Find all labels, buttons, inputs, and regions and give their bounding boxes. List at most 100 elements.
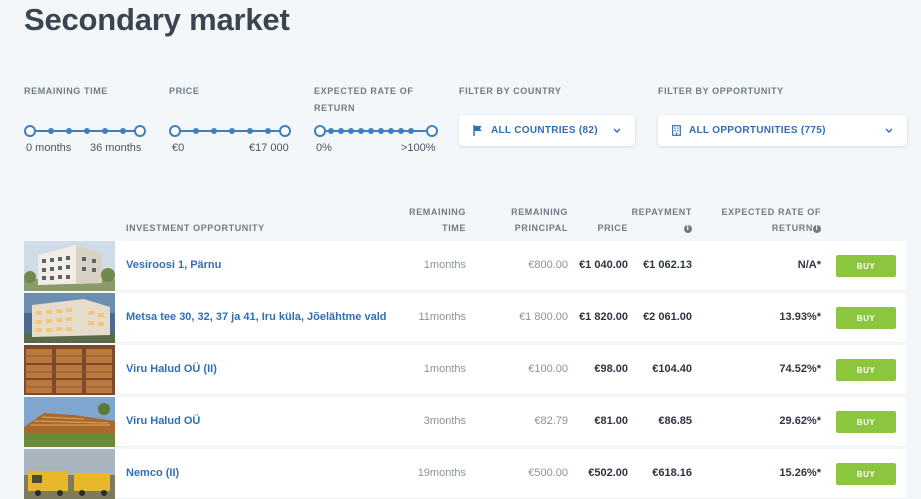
property-thumbnail <box>24 449 115 499</box>
buy-button[interactable]: BUY <box>836 307 896 329</box>
slider-step <box>358 128 364 134</box>
remaining-time-cell: 3months <box>423 415 466 427</box>
buy-button[interactable]: BUY <box>836 359 896 381</box>
price-cell: €502.00 <box>588 467 628 479</box>
slider-max-handle[interactable] <box>426 125 438 137</box>
slider-max-handle[interactable] <box>279 125 291 137</box>
slider-step <box>265 128 271 134</box>
rate-label-line1: EXPECTED RATE OF <box>314 86 414 96</box>
opportunity-dropdown[interactable]: ALL OPPORTUNITIES (775) <box>658 115 907 146</box>
chevron-down-icon <box>885 128 893 134</box>
slider-step <box>193 128 199 134</box>
repayment-cell: €618.16 <box>652 467 692 479</box>
remaining-principal-cell: €100.00 <box>528 363 568 375</box>
price-slider[interactable] <box>169 125 291 137</box>
opportunity-link[interactable]: Nemco (II) <box>126 467 179 479</box>
slider-step <box>328 128 334 134</box>
slider-step <box>368 128 374 134</box>
buy-button[interactable]: BUY <box>836 463 896 485</box>
remaining-time-cell: 1months <box>423 259 466 271</box>
price-cell: €98.00 <box>594 363 628 375</box>
slider-max-handle[interactable] <box>134 125 146 137</box>
header-line: RETURN <box>771 223 813 233</box>
remaining-time-max: 36 months <box>90 142 142 154</box>
repayment-cell: €1 062.13 <box>643 259 692 271</box>
country-dropdown-value: ALL COUNTRIES (82) <box>491 125 598 136</box>
price-cell: €1 820.00 <box>579 311 628 323</box>
slider-min-handle[interactable] <box>169 125 181 137</box>
building-icon <box>672 125 681 136</box>
repayment-cell: €2 061.00 <box>643 311 692 323</box>
page-title: Secondary market <box>24 2 290 37</box>
slider-step <box>229 128 235 134</box>
remaining-time-cell: 1months <box>423 363 466 375</box>
remaining-principal-cell: €800.00 <box>528 259 568 271</box>
slider-step <box>338 128 344 134</box>
country-dropdown[interactable]: ALL COUNTRIES (82) <box>459 115 635 146</box>
slider-track <box>319 130 433 132</box>
info-icon[interactable]: i <box>813 224 821 233</box>
column-header-repayment[interactable]: REPAYMENT i <box>620 204 692 236</box>
table-row[interactable]: Vesiroosi 1, Pärnu 1months €800.00 €1 04… <box>24 241 906 291</box>
opportunity-dropdown-value: ALL OPPORTUNITIES (775) <box>689 125 826 136</box>
rate-max: >100% <box>401 142 436 154</box>
price-label: PRICE <box>169 86 200 96</box>
slider-step <box>378 128 384 134</box>
slider-step <box>102 128 108 134</box>
buy-button[interactable]: BUY <box>836 255 896 277</box>
slider-step <box>84 128 90 134</box>
slider-step <box>388 128 394 134</box>
remaining-time-cell: 19months <box>417 467 466 479</box>
rate-slider[interactable] <box>314 125 438 137</box>
column-header-rate[interactable]: EXPECTED RATE OF RETURN i <box>700 204 821 236</box>
slider-step <box>348 128 354 134</box>
header-line: EXPECTED RATE OF <box>721 207 821 217</box>
opportunity-filter-label: FILTER BY OPPORTUNITY <box>658 86 784 96</box>
opportunity-link[interactable]: Viru Halud OÜ (II) <box>126 363 217 375</box>
info-icon[interactable]: i <box>684 224 692 233</box>
slider-step <box>120 128 126 134</box>
slider-step <box>247 128 253 134</box>
rate-cell: 29.62%* <box>779 415 821 427</box>
remaining-time-slider[interactable] <box>24 125 146 137</box>
header-line: PRINCIPAL <box>514 223 568 233</box>
slider-min-handle[interactable] <box>24 125 36 137</box>
rate-min: 0% <box>316 142 332 154</box>
opportunity-link[interactable]: Viru Halud OÜ <box>126 415 200 427</box>
remaining-time-min: 0 months <box>26 142 72 154</box>
header-line: REPAYMENT <box>631 207 692 217</box>
price-max: €17 000 <box>249 142 289 154</box>
column-header-opportunity[interactable]: INVESTMENT OPPORTUNITY <box>126 220 265 236</box>
price-cell: €1 040.00 <box>579 259 628 271</box>
table-row[interactable]: Metsa tee 30, 32, 37 ja 41, Iru küla, Jõ… <box>24 293 906 343</box>
slider-min-handle[interactable] <box>314 125 326 137</box>
property-thumbnail <box>24 345 115 395</box>
chevron-down-icon <box>613 128 621 134</box>
opportunity-link[interactable]: Vesiroosi 1, Pärnu <box>126 259 221 271</box>
property-thumbnail <box>24 293 115 343</box>
price-min: €0 <box>172 142 185 154</box>
rate-cell: 13.93%* <box>779 311 821 323</box>
slider-step <box>48 128 54 134</box>
rate-cell: N/A* <box>797 259 821 271</box>
table-row[interactable]: Viru Halud OÜ 3months €82.79 €81.00 €86.… <box>24 397 906 447</box>
opportunity-link[interactable]: Metsa tee 30, 32, 37 ja 41, Iru küla, Jõ… <box>126 311 386 323</box>
price-cell: €81.00 <box>594 415 628 427</box>
column-header-remaining-time[interactable]: REMAINING TIME <box>392 204 466 236</box>
header-line: TIME <box>442 223 466 233</box>
slider-step <box>211 128 217 134</box>
rate-label-line2: RETURN <box>314 103 356 113</box>
table-row[interactable]: Nemco (II) 19months €500.00 €502.00 €618… <box>24 449 906 499</box>
buy-button[interactable]: BUY <box>836 411 896 433</box>
rate-cell: 15.26%* <box>779 467 821 479</box>
column-header-remaining-principal[interactable]: REMAINING PRINCIPAL <box>488 204 568 236</box>
slider-step <box>66 128 72 134</box>
remaining-principal-cell: €1 800.00 <box>519 311 568 323</box>
remaining-time-label: REMAINING TIME <box>24 86 108 96</box>
slider-step <box>408 128 414 134</box>
remaining-principal-cell: €500.00 <box>528 467 568 479</box>
header-line: REMAINING <box>511 207 568 217</box>
table-row[interactable]: Viru Halud OÜ (II) 1months €100.00 €98.0… <box>24 345 906 395</box>
flag-icon <box>473 125 483 136</box>
rate-cell: 74.52%* <box>779 363 821 375</box>
